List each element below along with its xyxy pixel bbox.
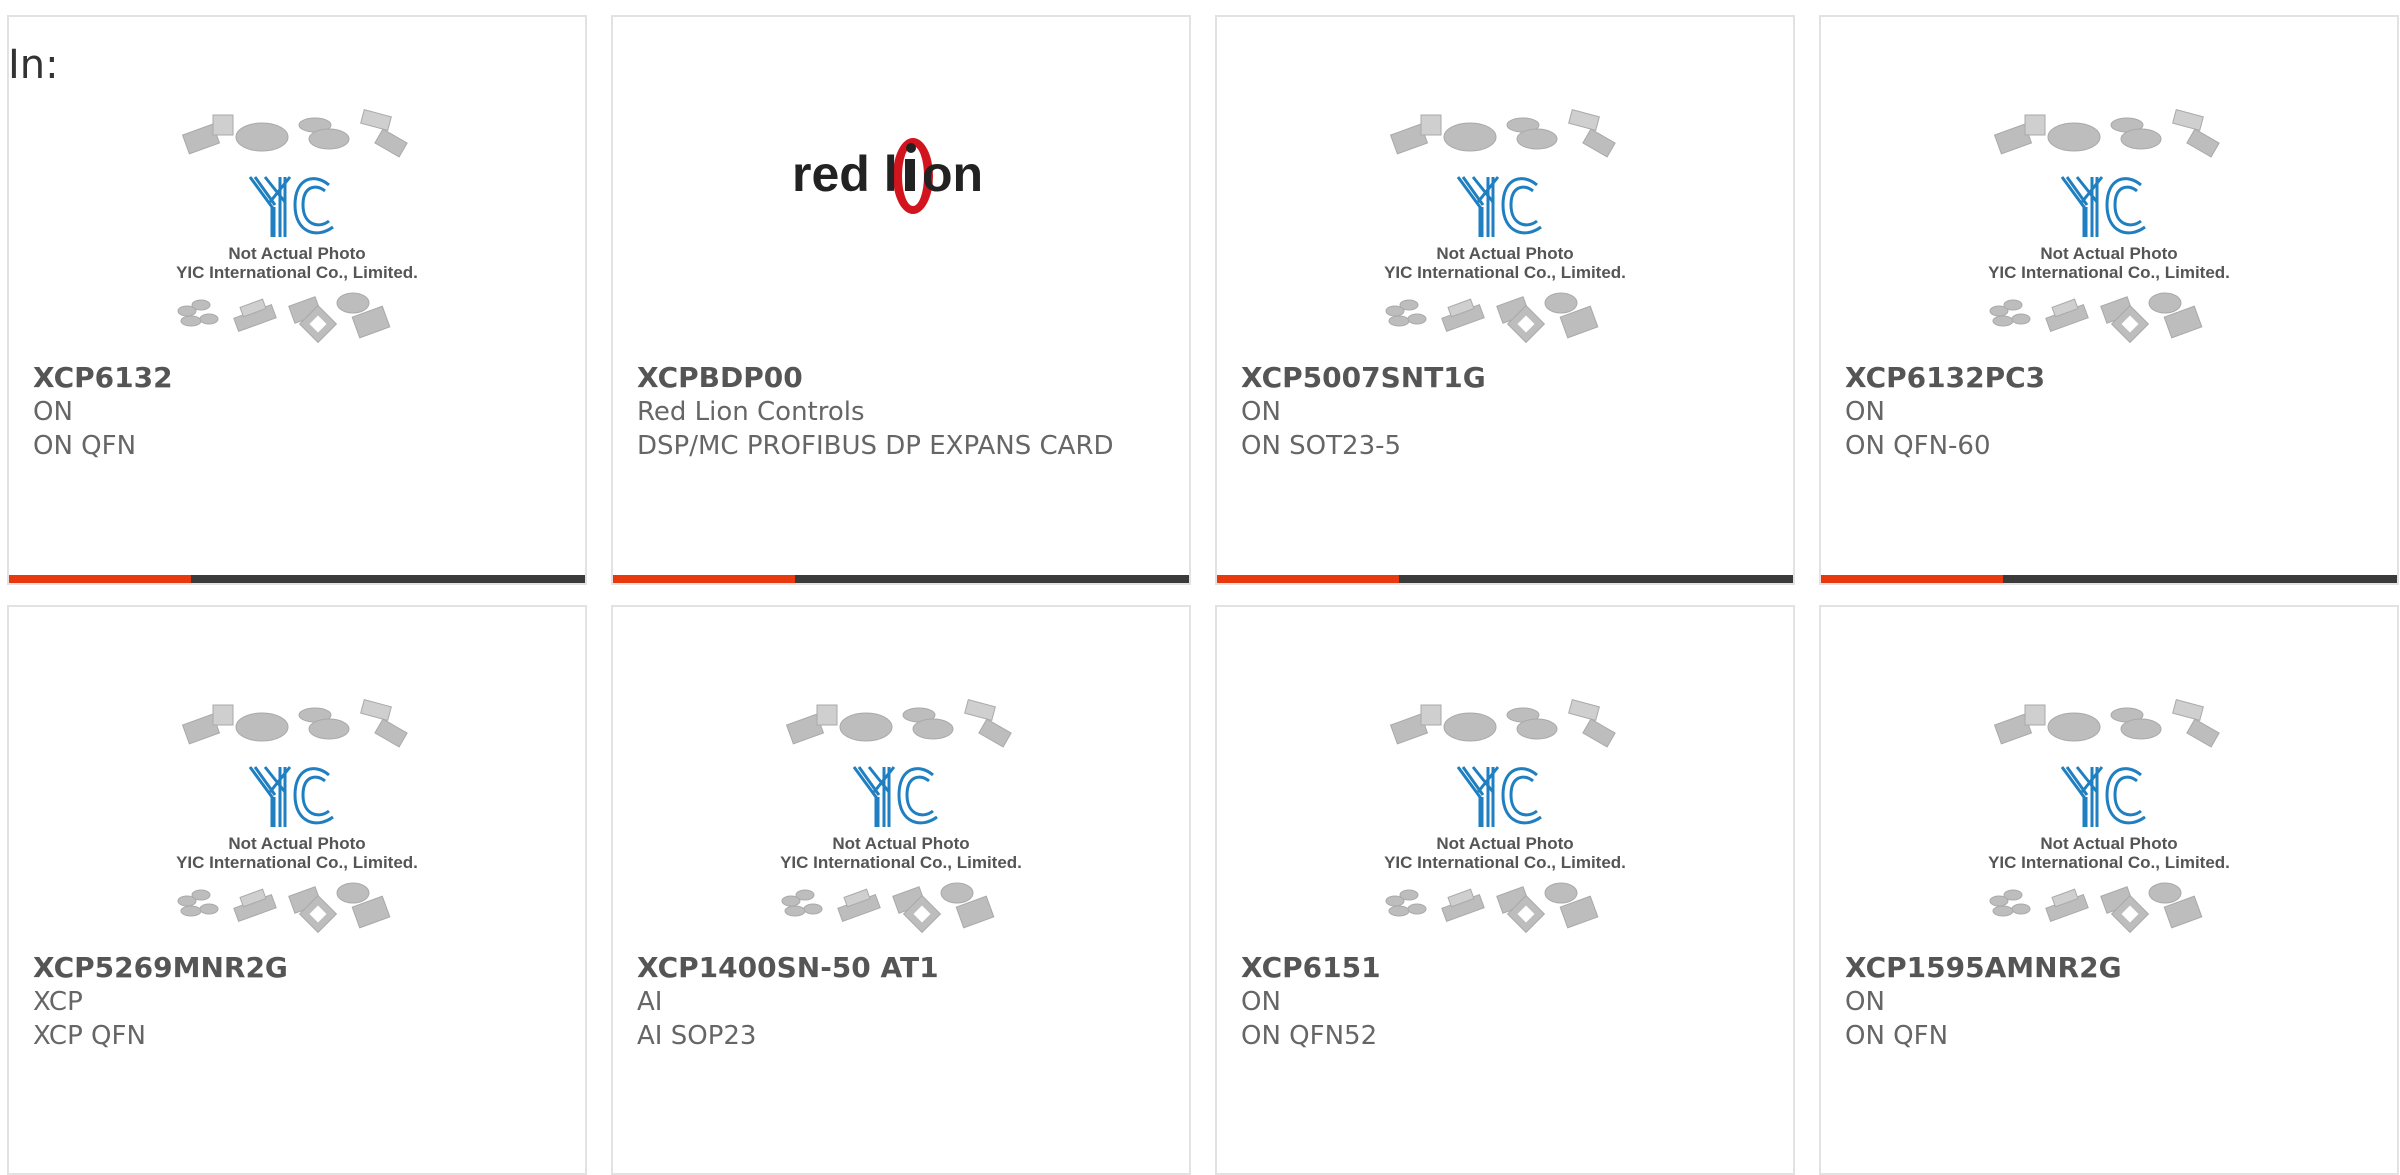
- brand-label: ON: [1845, 397, 1885, 427]
- yic-logo: [1456, 176, 1542, 237]
- yic-placeholder-image: Not Actual Photo YIC International Co., …: [780, 699, 1022, 934]
- yic-placeholder-image: Not Actual Photo YIC International Co., …: [1988, 699, 2230, 934]
- yic-placeholder-image: Not Actual Photo YIC International Co., …: [1384, 699, 1626, 934]
- card-accent-bar: [9, 575, 191, 583]
- product-image[interactable]: Not Actual Photo YIC International Co., …: [9, 107, 585, 372]
- placeholder-note-line2: YIC International Co., Limited.: [176, 263, 418, 282]
- chip-cluster-top: [1993, 109, 2220, 158]
- brand-label: Red Lion Controls: [637, 397, 865, 427]
- product-image[interactable]: Not Actual Photo YIC International Co., …: [1821, 697, 2397, 962]
- placeholder-note-line2: YIC International Co., Limited.: [1384, 263, 1626, 282]
- placeholder-note-line1: Not Actual Photo: [228, 244, 365, 263]
- chip-cluster-top: [1389, 109, 1616, 158]
- chip-cluster-bottom: [177, 292, 391, 344]
- card-bottom-bar: [1821, 575, 2397, 583]
- chip-cluster-top: [785, 699, 1012, 748]
- card-accent-bar: [1821, 575, 2003, 583]
- product-card[interactable]: red l on XCPBDP00 Red Lion Controls DSP/…: [611, 15, 1191, 585]
- part-number-link[interactable]: XCP6132PC3: [1845, 361, 2373, 395]
- chip-cluster-top: [181, 109, 408, 158]
- description-label: DSP/MC PROFIBUS DP EXPANS CARD: [637, 431, 1114, 461]
- product-image[interactable]: Not Actual Photo YIC International Co., …: [1217, 697, 1793, 962]
- filter-label: In:: [8, 42, 59, 88]
- yic-logo: [248, 176, 334, 237]
- part-number-link[interactable]: XCP6151: [1241, 951, 1769, 985]
- placeholder-note-line2: YIC International Co., Limited.: [176, 853, 418, 872]
- yic-logo: [2060, 176, 2146, 237]
- product-card[interactable]: Not Actual Photo YIC International Co., …: [7, 605, 587, 1175]
- brand-label: AI: [637, 987, 663, 1017]
- chip-cluster-top: [1993, 699, 2220, 748]
- product-card[interactable]: Not Actual Photo YIC International Co., …: [1215, 605, 1795, 1175]
- card-bottom-bar: [613, 575, 1189, 583]
- description-label: ON SOT23-5: [1241, 431, 1402, 461]
- description-label: ON QFN-60: [1845, 431, 1991, 461]
- part-number-link[interactable]: XCP1595AMNR2G: [1845, 951, 2373, 985]
- yic-placeholder-image: Not Actual Photo YIC International Co., …: [1988, 109, 2230, 344]
- chip-cluster-bottom: [781, 882, 995, 934]
- product-card[interactable]: Not Actual Photo YIC International Co., …: [1819, 605, 2399, 1175]
- card-bottom-bar: [9, 575, 585, 583]
- chip-cluster-bottom: [177, 882, 391, 934]
- chip-cluster-top: [1389, 699, 1616, 748]
- placeholder-note-line2: YIC International Co., Limited.: [1988, 853, 2230, 872]
- description-label: XCP QFN: [33, 1021, 146, 1051]
- yic-placeholder-image: Not Actual Photo YIC International Co., …: [176, 109, 418, 344]
- yic-logo: [2060, 766, 2146, 827]
- card-accent-bar: [613, 575, 795, 583]
- yic-logo: [248, 766, 334, 827]
- card-accent-bar: [1217, 575, 1399, 583]
- description-label: AI SOP23: [637, 1021, 757, 1051]
- yic-logo: [852, 766, 938, 827]
- part-number-link[interactable]: XCP6132: [33, 361, 561, 395]
- chip-cluster-bottom: [1385, 292, 1599, 344]
- description-label: ON QFN: [1845, 1021, 1949, 1051]
- chip-cluster-bottom: [1989, 292, 2203, 344]
- part-number-link[interactable]: XCP1400SN-50 AT1: [637, 951, 1165, 985]
- placeholder-note-line1: Not Actual Photo: [1436, 244, 1573, 263]
- red-lion-logo: red l on: [792, 138, 983, 214]
- placeholder-note-line1: Not Actual Photo: [2040, 244, 2177, 263]
- red-lion-logo-text-right: on: [922, 146, 983, 202]
- yic-logo: [1456, 766, 1542, 827]
- product-image[interactable]: Not Actual Photo YIC International Co., …: [613, 697, 1189, 962]
- placeholder-note-line2: YIC International Co., Limited.: [1988, 263, 2230, 282]
- yic-placeholder-image: Not Actual Photo YIC International Co., …: [1384, 109, 1626, 344]
- description-label: ON QFN: [33, 431, 137, 461]
- product-image[interactable]: Not Actual Photo YIC International Co., …: [9, 697, 585, 962]
- product-image[interactable]: red l on: [613, 117, 1189, 382]
- part-number-link[interactable]: XCP5269MNR2G: [33, 951, 561, 985]
- chip-cluster-bottom: [1989, 882, 2203, 934]
- brand-label: ON: [33, 397, 73, 427]
- product-image[interactable]: Not Actual Photo YIC International Co., …: [1821, 107, 2397, 372]
- placeholder-note-line1: Not Actual Photo: [2040, 834, 2177, 853]
- placeholder-note-line1: Not Actual Photo: [228, 834, 365, 853]
- brand-label: XCP: [33, 987, 83, 1017]
- card-bottom-bar: [1217, 575, 1793, 583]
- placeholder-note-line1: Not Actual Photo: [832, 834, 969, 853]
- chip-cluster-top: [181, 699, 408, 748]
- product-card[interactable]: Not Actual Photo YIC International Co., …: [1215, 15, 1795, 585]
- yic-placeholder-image: Not Actual Photo YIC International Co., …: [176, 699, 418, 934]
- product-image[interactable]: Not Actual Photo YIC International Co., …: [1217, 107, 1793, 372]
- product-card[interactable]: Not Actual Photo YIC International Co., …: [611, 605, 1191, 1175]
- part-number-link[interactable]: XCP5007SNT1G: [1241, 361, 1769, 395]
- chip-cluster-bottom: [1385, 882, 1599, 934]
- product-card[interactable]: Not Actual Photo YIC International Co., …: [7, 15, 587, 585]
- red-lion-logo-text-left: red l: [792, 146, 898, 202]
- product-card[interactable]: Not Actual Photo YIC International Co., …: [1819, 15, 2399, 585]
- placeholder-note-line2: YIC International Co., Limited.: [780, 853, 1022, 872]
- part-number-link[interactable]: XCPBDP00: [637, 361, 1165, 395]
- description-label: ON QFN52: [1241, 1021, 1378, 1051]
- placeholder-note-line2: YIC International Co., Limited.: [1384, 853, 1626, 872]
- brand-label: ON: [1241, 987, 1281, 1017]
- brand-label: ON: [1845, 987, 1885, 1017]
- brand-label: ON: [1241, 397, 1281, 427]
- placeholder-note-line1: Not Actual Photo: [1436, 834, 1573, 853]
